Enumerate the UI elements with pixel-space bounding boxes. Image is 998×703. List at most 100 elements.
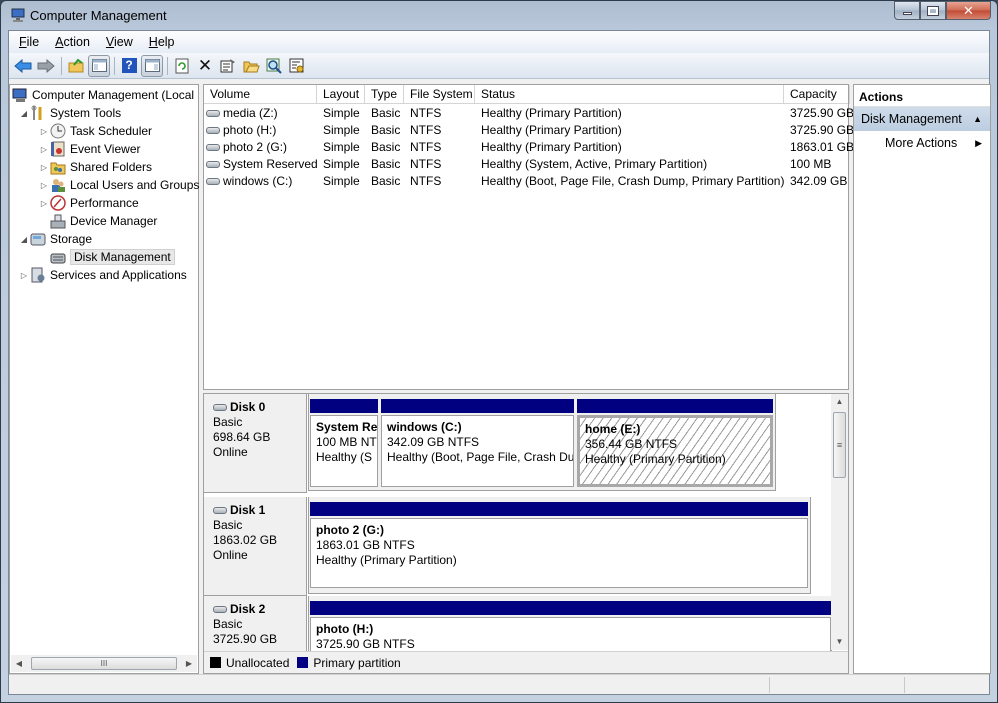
volume-row[interactable]: photo (H:) Simple Basic NTFS Healthy (Primar… — [204, 122, 854, 139]
tree-horizontal-scrollbar[interactable]: ◀ III ▶ — [11, 655, 197, 672]
menu-view[interactable]: View — [106, 35, 133, 49]
refresh-icon — [175, 58, 189, 73]
collapsed-arrow-icon[interactable]: ▷ — [38, 127, 50, 136]
partition[interactable]: photo 2 (G:) 1863.01 GB NTFS Healthy (Pr… — [310, 502, 808, 591]
volume-cell-text: 3725.90 GB — [790, 106, 855, 120]
console-tree-icon — [91, 59, 107, 72]
search-button[interactable] — [263, 55, 285, 77]
collapsed-arrow-icon[interactable]: ▷ — [38, 181, 50, 190]
collapse-up-icon[interactable]: ▲ — [973, 107, 982, 131]
volume-drive-icon — [206, 178, 220, 186]
disk-info[interactable]: Disk 1 Basic 1863.02 GB Online — [204, 497, 307, 596]
up-folder-icon — [68, 58, 84, 73]
client-area: File Action View Help ? ✕ Computer Manag… — [8, 30, 991, 695]
tree-item-local-users-and-groups[interactable]: ▷ Local Users and Groups — [38, 176, 199, 194]
volume-row[interactable]: media (Z:) Simple Basic NTFS Healthy (Primar… — [204, 105, 854, 122]
show-hide-console-tree-button[interactable] — [88, 54, 110, 77]
open-button[interactable] — [240, 55, 262, 77]
scroll-up-icon[interactable]: ▲ — [831, 394, 848, 410]
column-header-volume[interactable]: Volume — [204, 85, 317, 104]
show-hide-action-pane-button[interactable] — [141, 54, 163, 77]
minimize-button[interactable] — [894, 1, 920, 20]
legend-label-unallocated: Unallocated — [226, 655, 290, 670]
volume-cell-capacity: 342.09 GB — [790, 173, 847, 190]
settings-icon — [289, 58, 304, 72]
volume-cell-volume: photo 2 (G:) — [206, 139, 287, 156]
partition-title: windows (C:) — [387, 420, 462, 434]
menu-help[interactable]: Help — [149, 35, 175, 49]
volume-cell-text: Healthy (Primary Partition) — [481, 140, 622, 154]
disk-info[interactable]: Disk 0 Basic 698.64 GB Online — [204, 394, 307, 493]
volume-cell-text: 100 MB — [790, 157, 832, 171]
menu-action[interactable]: Action — [55, 35, 90, 49]
partition[interactable]: windows (C:) 342.09 GB NTFS Healthy (Boo… — [381, 399, 574, 490]
tree-item-services-and-applications[interactable]: ▷ Services and Applications — [18, 266, 187, 284]
actions-section-disk-management[interactable]: Disk Management ▲ — [854, 107, 990, 131]
volume-cell-text: Healthy (Boot, Page File, Crash Dump, Pr… — [481, 174, 785, 188]
tree-item-label: System Tools — [50, 106, 122, 120]
menu-view-accel: V — [105, 35, 115, 49]
up-folder-button[interactable] — [65, 55, 87, 77]
column-header-layout[interactable]: Layout — [317, 85, 365, 104]
tree-item-system-tools[interactable]: ◢ System Tools — [18, 104, 121, 122]
volume-row[interactable]: photo 2 (G:) Simple Basic NTFS Healthy (Prim… — [204, 139, 854, 156]
expanded-arrow-icon[interactable]: ◢ — [18, 109, 30, 118]
disk-partitions: photo (H:) 3725.90 GB NTFS — [308, 596, 832, 673]
properties-icon — [220, 59, 235, 73]
action-more-actions[interactable]: More Actions ▶ — [854, 131, 990, 155]
collapsed-arrow-icon[interactable]: ▷ — [38, 163, 50, 172]
partition-body: System Re 100 MB NT Healthy (S — [310, 415, 378, 487]
disk-size: 698.64 GB — [213, 430, 271, 444]
scroll-left-icon[interactable]: ◀ — [11, 659, 27, 668]
expanded-arrow-icon[interactable]: ◢ — [18, 235, 30, 244]
partition-body: home (E:) 356.44 GB NTFS Healthy (Primar… — [577, 415, 773, 487]
tree-item-device-manager[interactable]: Device Manager — [50, 212, 157, 230]
performance-icon — [50, 195, 66, 211]
column-header-status[interactable]: Status — [475, 85, 784, 104]
scroll-right-icon[interactable]: ▶ — [181, 659, 197, 668]
tree-item-disk-management[interactable]: Disk Management — [50, 248, 175, 266]
properties-button[interactable] — [217, 55, 239, 77]
volume-row[interactable]: System Reserved Simple Basic NTFS Healthy (S… — [204, 156, 848, 173]
back-arrow-icon — [14, 58, 32, 73]
volume-row[interactable]: windows (C:) Simple Basic NTFS Healthy (Boot… — [204, 173, 848, 190]
tree-item-computer-management[interactable]: Computer Management (Local — [12, 86, 194, 104]
computer-icon — [12, 87, 28, 103]
column-header-file-system[interactable]: File System — [404, 85, 475, 104]
tree-item-task-scheduler[interactable]: ▷ Task Scheduler — [38, 122, 152, 140]
menu-bar: File Action View Help — [9, 31, 989, 53]
column-header-type[interactable]: Type — [365, 85, 404, 104]
volume-cell-capacity: 3725.90 GB — [790, 122, 854, 139]
tree-item-event-viewer[interactable]: ▷ Event Viewer — [38, 140, 140, 158]
open-folder-icon — [243, 61, 260, 72]
delete-button[interactable]: ✕ — [194, 55, 216, 77]
forward-arrow-icon — [37, 58, 55, 73]
back-button[interactable] — [12, 55, 34, 77]
refresh-button[interactable] — [171, 55, 193, 77]
collapsed-arrow-icon[interactable]: ▷ — [38, 145, 50, 154]
disk-info[interactable]: Disk 2 Basic 3725.90 GB — [204, 596, 307, 656]
scroll-thumb[interactable]: ≡ — [833, 412, 846, 478]
volume-cell-text: Basic — [371, 123, 401, 137]
tree-item-shared-folders[interactable]: ▷ Shared Folders — [38, 158, 152, 176]
scroll-down-icon[interactable]: ▼ — [831, 634, 848, 650]
maximize-button[interactable] — [920, 1, 946, 20]
tree-item-storage[interactable]: ◢ Storage — [18, 230, 92, 248]
disk-type: Basic — [213, 415, 243, 429]
scroll-thumb[interactable]: III — [31, 657, 177, 670]
column-header-capacity[interactable]: Capacity — [784, 85, 850, 104]
partition-selected[interactable]: home (E:) 356.44 GB NTFS Healthy (Primar… — [577, 399, 773, 490]
forward-button[interactable] — [35, 55, 57, 77]
partition[interactable]: System Re 100 MB NT Healthy (S — [310, 399, 378, 490]
disk-name: Disk 1 — [230, 503, 266, 517]
collapsed-arrow-icon[interactable]: ▷ — [18, 271, 30, 280]
collapsed-arrow-icon[interactable]: ▷ — [38, 199, 50, 208]
partition-title: System Re — [316, 420, 378, 434]
disk-view-vertical-scrollbar[interactable]: ▲ ≡ ▼ — [831, 394, 848, 650]
help-button[interactable]: ? — [118, 55, 140, 77]
title-bar[interactable]: Computer Management ✕ — [1, 1, 997, 29]
settings-button[interactable] — [286, 55, 308, 77]
tree-item-performance[interactable]: ▷ Performance — [38, 194, 139, 212]
close-button[interactable]: ✕ — [946, 1, 991, 20]
menu-file[interactable]: File — [19, 35, 39, 49]
